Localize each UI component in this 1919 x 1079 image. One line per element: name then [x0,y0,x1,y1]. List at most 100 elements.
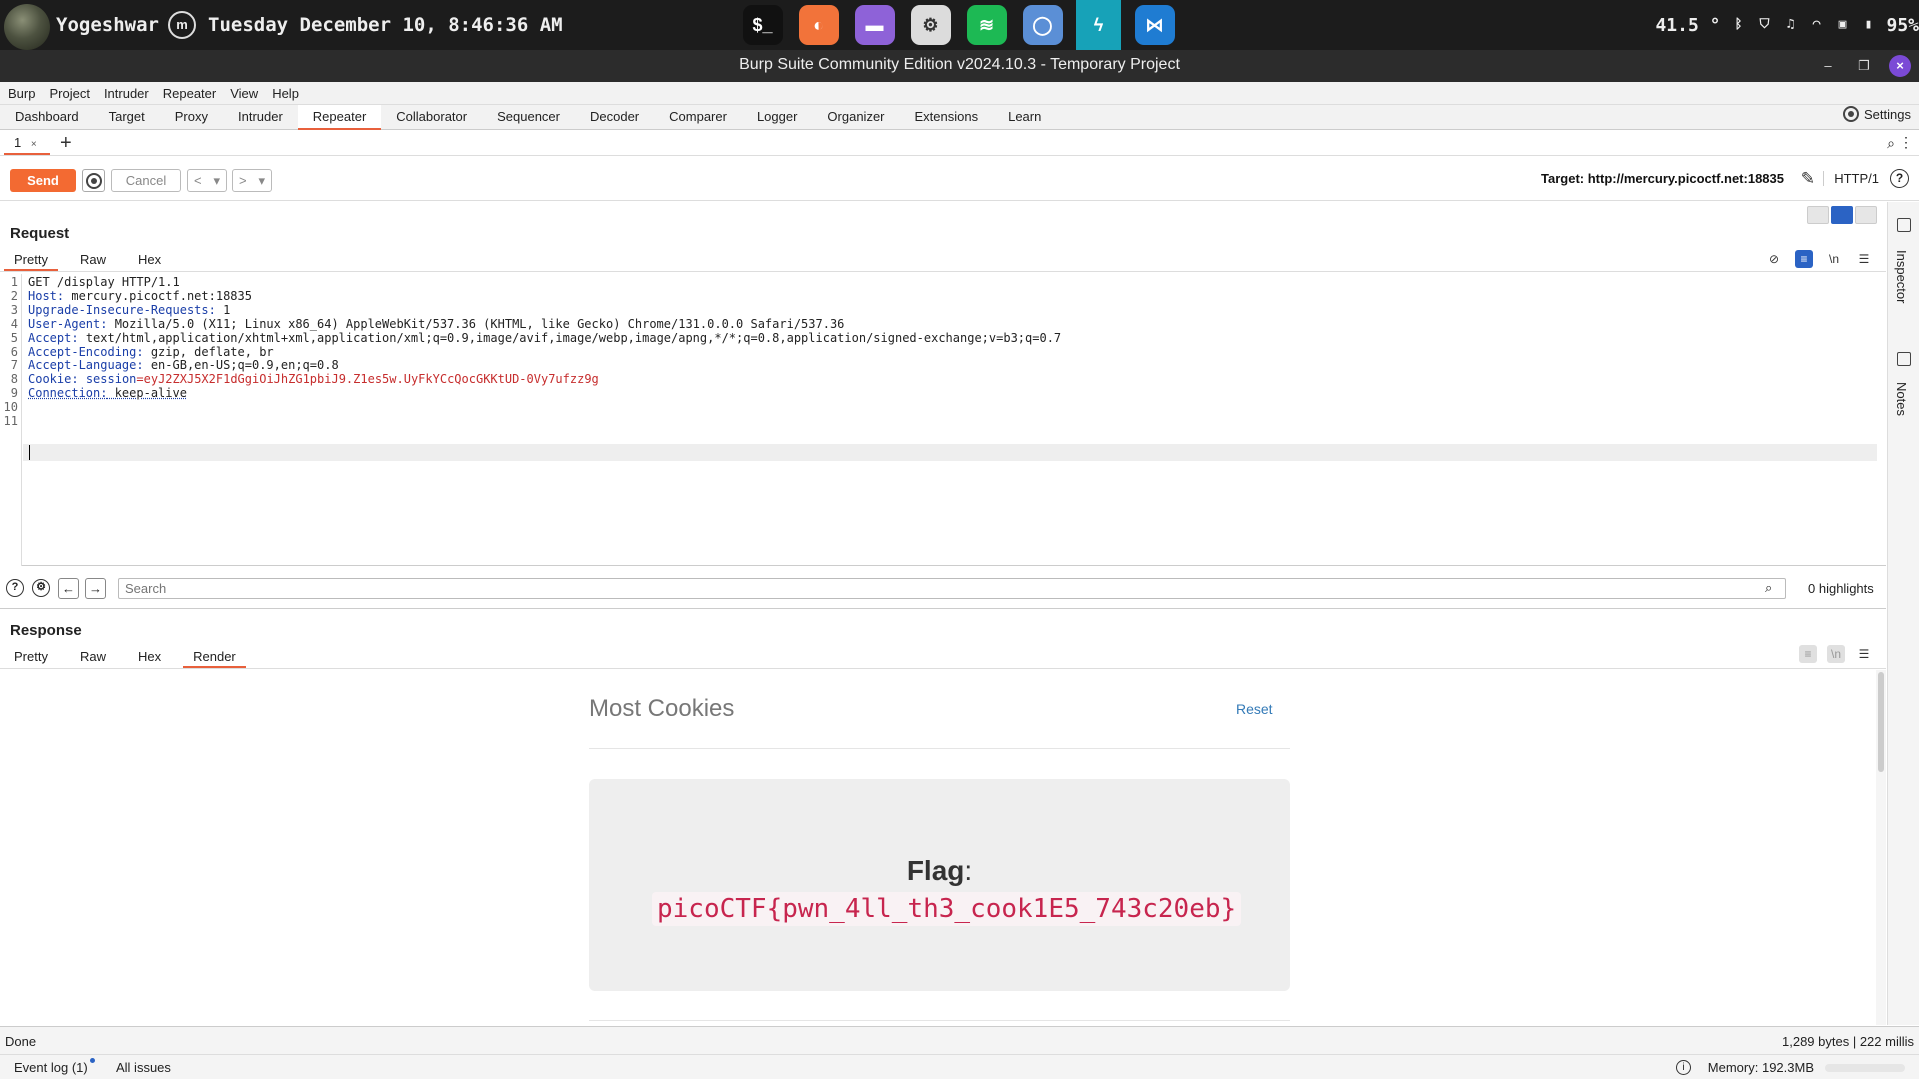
window-titlebar[interactable]: Burp Suite Community Edition v2024.10.3 … [0,50,1919,82]
response-tab-pretty[interactable]: Pretty [4,645,58,668]
dock-chromium[interactable]: ◯ [1020,0,1065,50]
wrap-lines-icon[interactable]: ≡ [1799,645,1817,663]
os-datetime[interactable]: Tuesday December 10, 8:46:36 AM [208,14,563,36]
request-editor[interactable]: 1 GET /display HTTP/1.1 2 Host: mercury.pic… [0,274,1886,566]
event-log-button[interactable]: Event log (1) [14,1060,88,1075]
arrow-right-icon[interactable]: → [85,578,106,599]
dock-files[interactable]: ▬ [852,0,897,50]
search-input[interactable] [118,578,1786,599]
tab-logger[interactable]: Logger [742,105,812,130]
battery-percent[interactable]: 95% [1886,15,1919,36]
response-tab-render[interactable]: Render [183,645,246,668]
cpu-temperature[interactable]: 41.5 ° [1655,15,1720,36]
bluetooth-icon[interactable]: ᛒ [1730,17,1746,33]
close-tab-icon[interactable]: × [31,139,37,150]
newline-toggle[interactable]: \n [1825,250,1843,268]
tab-extensions[interactable]: Extensions [900,105,994,130]
chevron-left-icon: < [193,173,202,188]
inspector-icon[interactable] [1897,218,1911,232]
notes-tab[interactable]: Notes [1894,382,1909,416]
header-value: gzip, deflate, br [143,344,274,359]
request-view-icons: ⊘ ≡ \n ☰ [1765,250,1873,268]
newline-toggle[interactable]: \n [1827,645,1845,663]
shield-icon[interactable]: ⛉ [1756,17,1772,33]
arrow-left-icon[interactable]: ← [58,578,79,599]
send-options-button[interactable] [82,169,105,192]
layout-top-bottom-icon[interactable] [1831,206,1853,224]
inspector-tab[interactable]: Inspector [1894,250,1909,303]
menu-view[interactable]: View [226,86,262,101]
music-icon[interactable]: ♫ [1782,17,1798,33]
http-version-toggle[interactable]: HTTP/1 [1823,171,1879,186]
chevron-down-icon: ▾ [213,172,221,188]
terminal-icon: $_ [742,5,783,45]
layout-side-by-side-icon[interactable] [1807,206,1829,224]
menu-burp[interactable]: Burp [4,86,39,101]
request-tab-raw[interactable]: Raw [70,248,116,271]
dock-burp[interactable]: ϟ [1076,0,1121,50]
wrap-lines-icon[interactable]: ≡ [1795,250,1813,268]
menu-repeater[interactable]: Repeater [159,86,220,101]
dock-spotify[interactable]: ≋ [964,0,1009,50]
tab-dashboard[interactable]: Dashboard [0,105,94,130]
clock-icon[interactable]: m [168,11,196,39]
dock-terminal[interactable]: $_ [740,0,785,50]
history-forward-button[interactable]: > ▾ [232,169,272,192]
settings-button[interactable]: Settings [1843,106,1911,122]
history-back-button[interactable]: < ▾ [187,169,227,192]
tab-proxy[interactable]: Proxy [160,105,223,130]
tab-repeater[interactable]: Repeater [297,105,382,130]
menu-intruder[interactable]: Intruder [100,86,153,101]
dock-settings[interactable]: ⚙ [908,0,953,50]
lock-icon[interactable]: ▣ [1834,17,1850,33]
pencil-icon[interactable]: ✎ [1801,169,1815,189]
maximize-icon[interactable]: ❐ [1853,55,1875,77]
help-icon[interactable]: ? [1890,169,1909,188]
notes-icon[interactable] [1897,352,1911,366]
header-name: Host [28,288,57,303]
request-tab-hex[interactable]: Hex [128,248,171,271]
gear-icon[interactable]: ⚙ [32,579,50,597]
dock-firefox[interactable]: ◐ [796,0,841,50]
tab-learn[interactable]: Learn [993,105,1056,130]
tab-organizer[interactable]: Organizer [812,105,899,130]
layout-tabs-icon[interactable] [1855,206,1877,224]
reset-link[interactable]: Reset [1236,701,1273,717]
repeater-tab-1[interactable]: 1 × [4,133,50,155]
response-tab-hex[interactable]: Hex [128,645,171,668]
text-caret [29,445,30,460]
dock-vscode[interactable]: ⋈ [1132,0,1177,50]
render-scrollbar[interactable] [1876,670,1886,1025]
hide-icon[interactable]: ⊘ [1765,250,1783,268]
search-icon[interactable]: ⌕ [1887,135,1895,152]
menu-help[interactable]: Help [268,86,303,101]
tab-collaborator[interactable]: Collaborator [381,105,482,130]
request-tab-pretty[interactable]: Pretty [4,248,58,271]
tab-intruder[interactable]: Intruder [223,105,298,130]
cookie-name: session [85,372,137,387]
search-icon[interactable]: ⌕ [1765,580,1772,596]
menu-icon[interactable]: ☰ [1855,645,1873,663]
cancel-button[interactable]: Cancel [111,169,181,192]
add-tab-button[interactable]: + [60,132,72,154]
settings-label: Settings [1864,106,1911,122]
header-name: Accept [28,330,72,345]
user-avatar[interactable] [4,4,50,50]
battery-icon[interactable]: ▮ [1860,17,1876,33]
tab-comparer[interactable]: Comparer [654,105,742,130]
tab-target[interactable]: Target [94,105,160,130]
minimize-icon[interactable]: – [1817,55,1839,77]
response-tab-raw[interactable]: Raw [70,645,116,668]
send-button[interactable]: Send [10,169,76,192]
tab-decoder[interactable]: Decoder [575,105,654,130]
menu-icon[interactable]: ☰ [1855,250,1873,268]
all-issues-button[interactable]: All issues [116,1060,171,1075]
tab-sequencer[interactable]: Sequencer [482,105,575,130]
help-icon[interactable]: ? [6,579,24,597]
close-icon[interactable]: × [1889,55,1911,77]
menu-project[interactable]: Project [45,86,93,101]
repeater-tabs: 1 × + ⌕ ⋮ [0,132,1919,156]
search-bar: ? ⚙ ← → ⌕ 0 highlights [0,567,1886,609]
wifi-icon[interactable]: ◠ [1808,17,1824,33]
more-options-icon[interactable]: ⋮ [1899,134,1913,151]
